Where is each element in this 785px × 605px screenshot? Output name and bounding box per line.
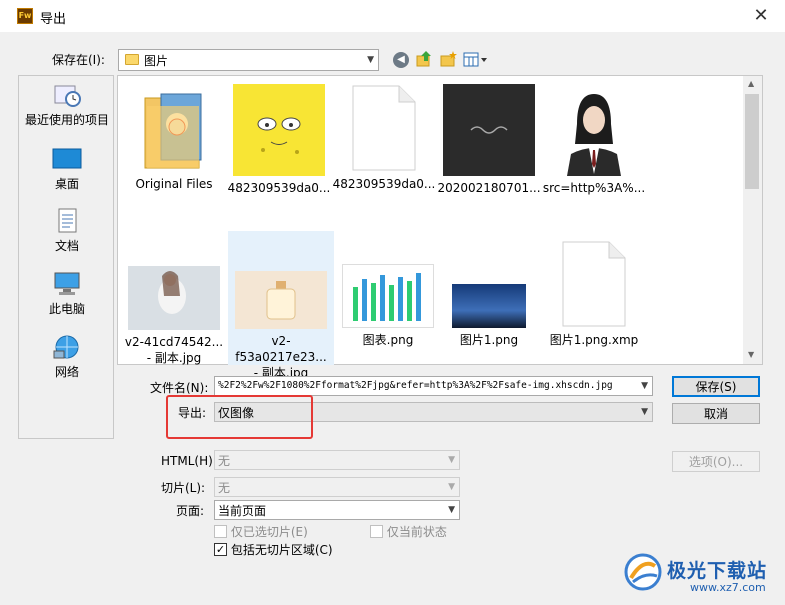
file-item-selected[interactable]: v2-f53a0217e23... - 副本.jpg [228,231,334,380]
desktop-icon [52,146,82,172]
up-folder-icon[interactable] [415,50,433,68]
checkbox-label: 仅已选切片(E) [230,525,308,539]
close-icon[interactable]: ✕ [744,2,778,30]
file-name: Original Files [135,177,213,191]
file-item[interactable]: 图表.png [335,231,441,365]
recent-icon [52,82,82,108]
view-menu-icon[interactable] [463,52,489,68]
file-name-line2: - 副本.jpg [146,351,202,365]
file-name: 482309539da0... [227,181,331,195]
checkbox-label: 仅当前状态 [386,525,447,539]
file-name: v2-41cd74542... [124,335,224,349]
scroll-up-icon[interactable]: ▲ [748,79,754,88]
file-item[interactable]: 图片1.png [436,231,542,365]
image-thumbnail [233,84,325,176]
file-name: 482309539da0... [332,177,436,191]
new-folder-icon[interactable] [439,50,457,68]
file-item[interactable]: 图片1.png.xmp [541,231,647,365]
blank-file-icon [351,84,417,172]
image-thumbnail [235,271,327,329]
file-list[interactable]: Original Files 482309539da0... 482309539… [117,75,763,380]
back-icon[interactable]: ◀ [393,52,409,68]
folder-icon [125,54,139,65]
include-areas-checkbox[interactable]: ✓ 包括无切片区域(C) [214,541,333,558]
title-bar [0,0,785,32]
options-button[interactable]: 选项(O)... [672,451,760,472]
file-item[interactable]: 482309539da0... [226,84,332,204]
html-value: 无 [218,454,231,468]
image-thumbnail [128,266,220,330]
cancel-button[interactable]: 取消 [672,403,760,424]
file-item[interactable]: v2-41cd74542... - 副本.jpg [121,231,227,365]
html-dropdown[interactable]: 无 ▼ [214,450,460,470]
selected-slices-checkbox[interactable]: 仅已选切片(E) [214,523,308,540]
watermark-logo-icon [623,552,663,592]
file-item[interactable]: 482309539da0... [331,84,437,204]
checkmark-icon: ✓ [214,543,227,556]
chevron-down-icon: ▼ [641,407,648,417]
place-label: 最近使用的项目 [24,113,109,127]
place-computer[interactable]: 此电脑 [19,271,115,317]
network-icon [52,334,82,360]
file-name: 图表.png [362,333,414,347]
blank-file-icon [561,240,627,328]
chevron-down-icon: ▼ [448,482,455,492]
filename-value: %2F2%2Fw%2F1080%2Fformat%2Fjpg&refer=htt… [218,380,613,391]
fireworks-app-icon: Fw [17,8,33,24]
place-documents[interactable]: 文档 [19,208,115,254]
page-dropdown[interactable]: 当前页面 ▼ [214,500,460,520]
filename-label: 文件名(N): [150,381,209,395]
save-button[interactable]: 保存(S) [672,376,760,397]
save-in-value: 图片 [144,54,169,68]
chevron-down-icon: ▼ [448,455,455,465]
image-thumbnail [559,84,629,176]
checkbox-label: 包括无切片区域(C) [230,543,333,557]
checkbox-box [370,525,383,538]
page-value: 当前页面 [218,504,267,518]
slices-value: 无 [218,481,231,495]
place-label: 网络 [54,365,79,379]
place-desktop[interactable]: 桌面 [19,146,115,192]
scrollbar-thumb[interactable] [745,94,759,189]
file-name: src=http%3A%... [542,181,646,195]
slices-dropdown[interactable]: 无 ▼ [214,477,460,497]
computer-icon [52,271,82,297]
file-name: 图片1.png [459,333,519,347]
slices-label: 切片(L): [161,481,206,495]
file-name: 图片1.png.xmp [549,333,639,347]
chart-thumbnail [342,264,434,328]
save-in-label: 保存在(I): [52,53,105,67]
folder-thumbnail [139,84,209,172]
chevron-down-icon: ▼ [641,381,648,391]
place-label: 此电脑 [48,302,85,316]
place-label: 文档 [54,239,79,253]
html-label: HTML(H): [161,454,217,468]
highlight-box [166,395,313,439]
image-thumbnail [452,284,526,328]
chevron-down-icon: ▼ [448,505,455,515]
place-label: 桌面 [54,177,79,191]
watermark-text: 极光下载站 [667,560,768,582]
image-thumbnail [443,84,535,176]
file-item[interactable]: Original Files [121,84,227,204]
vertical-scrollbar[interactable]: ▲ ▼ [743,76,762,364]
current-state-checkbox[interactable]: 仅当前状态 [370,523,447,540]
window-title: 导出 [40,12,67,27]
filename-input[interactable]: %2F2%2Fw%2F1080%2Fformat%2Fjpg&refer=htt… [214,376,653,396]
file-name: 202002180701... [437,181,541,195]
place-recent[interactable]: 最近使用的项目 [19,82,115,128]
file-item[interactable]: 202002180701... [436,84,542,204]
place-network[interactable]: 网络 [19,334,115,380]
file-name: v2-f53a0217e23... [235,334,327,364]
checkbox-box [214,525,227,538]
file-item[interactable]: src=http%3A%... [541,84,647,204]
page-label: 页面: [176,504,205,518]
documents-icon [52,208,82,234]
save-in-dropdown[interactable]: 图片 ▼ [118,49,379,71]
watermark-url: www.xz7.com [690,581,766,594]
chevron-down-icon: ▼ [367,55,374,65]
places-bar: 最近使用的项目 桌面 文档 此电脑 网络 [18,75,114,439]
scroll-down-icon[interactable]: ▼ [748,350,754,359]
